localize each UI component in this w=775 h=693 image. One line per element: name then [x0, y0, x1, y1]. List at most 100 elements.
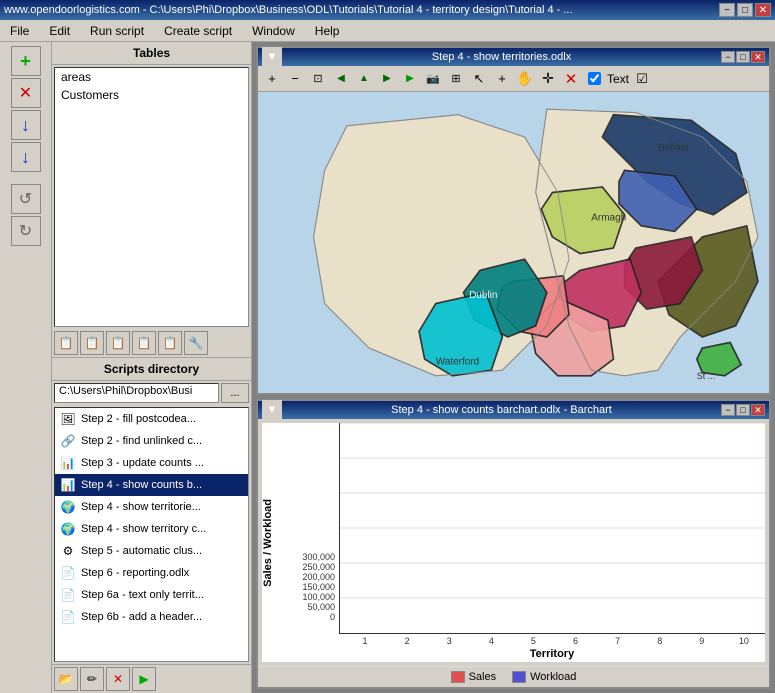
menu-window[interactable]: Window — [246, 22, 301, 40]
script-label-7: Step 6 - reporting.odlx — [81, 567, 244, 579]
script-item-8[interactable]: 📄 Step 6a - text only territ... — [55, 584, 248, 606]
chart-window: ▼ Step 4 - show counts barchart.odlx - B… — [256, 399, 771, 689]
add-item-button[interactable]: + — [11, 46, 41, 76]
table-toolbar-btn-2[interactable]: 📋 — [80, 331, 104, 355]
move-down-button[interactable]: ↓ — [11, 110, 41, 140]
x-label-8: 8 — [639, 634, 681, 646]
table-toolbar-btn-4[interactable]: 📋 — [132, 331, 156, 355]
crosshair-button[interactable]: ✛ — [538, 69, 558, 89]
redo-button[interactable]: ↻ — [11, 216, 41, 246]
nav-left-button[interactable]: ◀ — [331, 69, 351, 89]
svg-text:Armagh: Armagh — [591, 212, 626, 223]
main-container: + ✕ ↓ ↓ ↺ ↻ Tables areas Customers 📋 📋 📋… — [0, 42, 775, 693]
y-label-0: 0 — [284, 612, 339, 622]
extra-option-button[interactable]: ☑ — [632, 69, 652, 89]
map-minimize-button[interactable]: − — [721, 51, 735, 63]
x-label-5: 5 — [512, 634, 554, 646]
x-label-6: 6 — [554, 634, 596, 646]
clear-button[interactable]: ✕ — [561, 69, 581, 89]
script-item-1[interactable]: 🔗 Step 2 - find unlinked c... — [55, 430, 248, 452]
y-label-250k: 250,000 — [284, 562, 339, 572]
maximize-button[interactable]: □ — [737, 3, 753, 17]
script-label-8: Step 6a - text only territ... — [81, 589, 244, 601]
x-label-7: 7 — [597, 634, 639, 646]
scripts-edit-button[interactable]: ✏ — [80, 667, 104, 691]
script-item-0[interactable]: 🖼 Step 2 - fill postcodeа... — [55, 408, 248, 430]
scripts-stop-button[interactable]: ✕ — [106, 667, 130, 691]
map-window-buttons: − □ ✕ — [721, 51, 765, 63]
script-item-9[interactable]: 📄 Step 6b - add a header... — [55, 606, 248, 628]
menu-run-script[interactable]: Run script — [84, 22, 150, 40]
chart-bars-area — [339, 423, 765, 634]
undo-button[interactable]: ↺ — [11, 184, 41, 214]
script-label-3: Step 4 - show counts b... — [81, 479, 244, 491]
script-label-2: Step 3 - update counts ... — [81, 457, 244, 469]
script-icon-4: 🌍 — [59, 498, 77, 516]
menu-file[interactable]: File — [4, 22, 35, 40]
scripts-dir-bar: C:\Users\Phil\Dropbox\Busi ... — [52, 381, 251, 405]
x-label-9: 9 — [681, 634, 723, 646]
y-axis: 300,000 250,000 200,000 150,000 100,000 … — [284, 423, 339, 662]
play-button[interactable]: ▶ — [400, 69, 420, 89]
script-item-6[interactable]: ⚙ Step 5 - automatic clus... — [55, 540, 248, 562]
zoom-out-button[interactable]: − — [285, 69, 305, 89]
add-point-button[interactable]: + — [492, 69, 512, 89]
text-checkbox[interactable] — [588, 72, 601, 85]
center-panel: Tables areas Customers 📋 📋 📋 📋 📋 🔧 Scrip… — [52, 42, 252, 693]
zoom-rect-button[interactable]: ⊡ — [308, 69, 328, 89]
move-down2-button[interactable]: ↓ — [11, 142, 41, 172]
menu-help[interactable]: Help — [309, 22, 346, 40]
left-toolbox: + ✕ ↓ ↓ ↺ ↻ — [0, 42, 52, 693]
scripts-run-button[interactable]: ▶ — [132, 667, 156, 691]
map-toolbar: + − ⊡ ◀ ▲ ▶ ▶ 📷 ⊞ ↖ + ✋ ✛ ✕ Text ☑ — [258, 66, 769, 92]
script-label-4: Step 4 - show territorie... — [81, 501, 244, 513]
y-label-100k: 100,000 — [284, 592, 339, 602]
map-collapse-button[interactable]: ▼ — [262, 47, 282, 67]
chart-maximize-button[interactable]: □ — [736, 404, 750, 416]
script-icon-3: 📊 — [59, 476, 77, 494]
map-canvas[interactable]: Belfast Armagh Dublin Waterford St ... — [258, 92, 769, 393]
chart-close-button[interactable]: ✕ — [751, 404, 765, 416]
table-toolbar-btn-1[interactable]: 📋 — [54, 331, 78, 355]
table-toolbar-btn-3[interactable]: 📋 — [106, 331, 130, 355]
script-icon-7: 📄 — [59, 564, 77, 582]
select-button[interactable]: ↖ — [469, 69, 489, 89]
chart-minimize-button[interactable]: − — [721, 404, 735, 416]
nav-up-button[interactable]: ▲ — [354, 69, 374, 89]
pan-button[interactable]: ✋ — [515, 69, 535, 89]
script-item-3[interactable]: 📊 Step 4 - show counts b... — [55, 474, 248, 496]
script-item-4[interactable]: 🌍 Step 4 - show territorie... — [55, 496, 248, 518]
grid-button[interactable]: ⊞ — [446, 69, 466, 89]
chart-window-buttons: − □ ✕ — [721, 404, 765, 416]
close-button[interactable]: ✕ — [755, 3, 771, 17]
zoom-in-button[interactable]: + — [262, 69, 282, 89]
menu-bar: File Edit Run script Create script Windo… — [0, 20, 775, 42]
chart-collapse-button[interactable]: ▼ — [262, 400, 282, 420]
chart-inner: 300,000 250,000 200,000 150,000 100,000 … — [284, 423, 765, 662]
script-item-7[interactable]: 📄 Step 6 - reporting.odlx — [55, 562, 248, 584]
y-label-150k: 150,000 — [284, 582, 339, 592]
nav-right-button[interactable]: ▶ — [377, 69, 397, 89]
x-label-4: 4 — [470, 634, 512, 646]
remove-item-button[interactable]: ✕ — [11, 78, 41, 108]
table-item-customers[interactable]: Customers — [55, 86, 248, 104]
map-close-button[interactable]: ✕ — [751, 51, 765, 63]
table-toolbar-btn-5[interactable]: 📋 — [158, 331, 182, 355]
menu-create-script[interactable]: Create script — [158, 22, 238, 40]
scripts-open-button[interactable]: 📂 — [54, 667, 78, 691]
map-window-title: Step 4 - show territories.odlx — [282, 51, 721, 63]
scripts-browse-button[interactable]: ... — [221, 383, 249, 403]
legend-sales-color — [451, 671, 465, 683]
y-label-300k: 300,000 — [284, 552, 339, 562]
map-maximize-button[interactable]: □ — [736, 51, 750, 63]
tables-toolbar: 📋 📋 📋 📋 📋 🔧 — [52, 329, 251, 357]
script-label-9: Step 6b - add a header... — [81, 611, 244, 623]
menu-edit[interactable]: Edit — [43, 22, 76, 40]
minimize-button[interactable]: − — [719, 3, 735, 17]
script-icon-2: 📊 — [59, 454, 77, 472]
table-item-areas[interactable]: areas — [55, 68, 248, 86]
table-toolbar-btn-6[interactable]: 🔧 — [184, 331, 208, 355]
screenshot-button[interactable]: 📷 — [423, 69, 443, 89]
script-item-5[interactable]: 🌍 Step 4 - show territory c... — [55, 518, 248, 540]
script-item-2[interactable]: 📊 Step 3 - update counts ... — [55, 452, 248, 474]
